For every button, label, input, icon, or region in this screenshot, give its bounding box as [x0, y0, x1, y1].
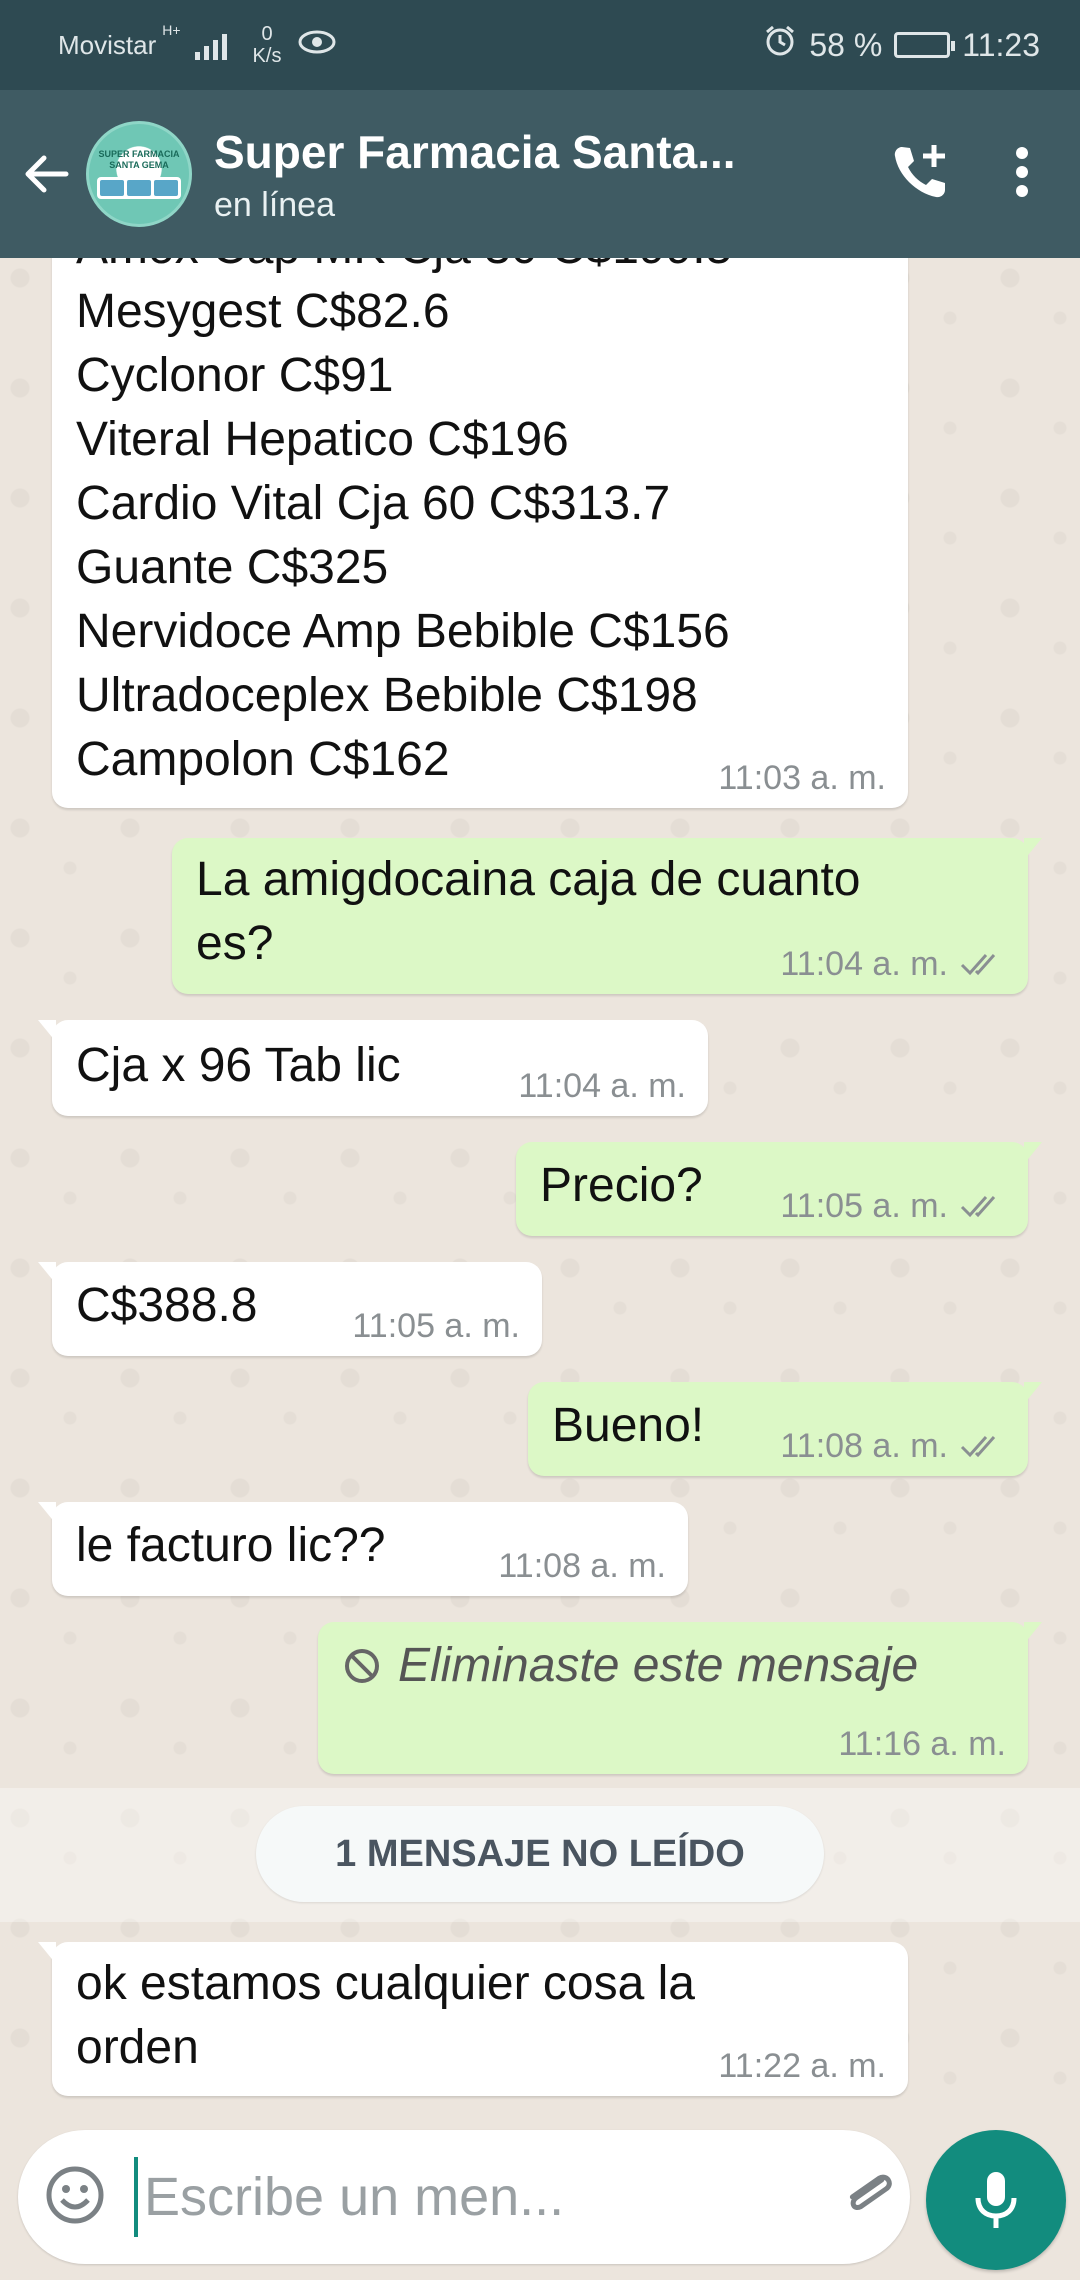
signal-icon: [194, 30, 227, 60]
contact-name: Super Farmacia Santa...: [214, 125, 736, 178]
timestamp: 11:08 a. m.: [780, 1427, 948, 1465]
message-line: Mesygest C$82.6: [76, 285, 450, 338]
emoji-button[interactable]: [44, 2164, 106, 2231]
read-ticks-icon: [960, 1436, 996, 1458]
message-outgoing[interactable]: Bueno! 11:08 a. m.: [528, 1382, 1042, 1476]
eye-icon: [297, 28, 337, 63]
deleted-message: Eliminaste este mensaje: [342, 1634, 1004, 1698]
deleted-text: Eliminaste este mensaje: [398, 1639, 919, 1692]
message-outgoing[interactable]: La amigdocaina caja de cuanto es? 11:04 …: [172, 838, 1042, 994]
message-line: La amigdocaina caja de cuanto: [196, 853, 861, 906]
message-input[interactable]: [134, 2157, 839, 2237]
voice-note-button[interactable]: [926, 2130, 1066, 2270]
avatar-text-line: SUPER FARMACIA: [98, 149, 180, 159]
unread-banner: 1 MENSAJE NO LEÍDO: [256, 1806, 824, 1902]
back-arrow-icon: [25, 155, 69, 193]
timestamp: 11:03 a. m.: [718, 759, 886, 797]
battery-percent: 58 %: [809, 26, 883, 63]
mic-icon: [975, 2172, 1017, 2228]
attach-icon: [849, 2174, 892, 2210]
message-incoming[interactable]: Amox Cap MK Cja 30 C$199.5 Mesygest C$82…: [52, 258, 908, 808]
message-line: Guante C$325: [76, 541, 389, 594]
message-incoming[interactable]: le facturo lic?? 11:08 a. m.: [38, 1502, 688, 1596]
network-type: H+: [162, 22, 181, 38]
carrier-name: Movistar: [58, 29, 157, 60]
alarm-icon: [763, 24, 797, 66]
message-composer: [18, 2130, 997, 2264]
contact-avatar[interactable]: SUPER FARMACIA SANTA GEMA: [86, 121, 192, 227]
timestamp: 11:04 a. m.: [518, 1067, 686, 1105]
back-button[interactable]: [6, 90, 86, 258]
contact-status: en línea: [214, 185, 335, 224]
timestamp: 11:16 a. m.: [838, 1725, 1006, 1763]
status-bar: Movistar H+ 0 K/s 58 % 11:23: [0, 0, 1080, 90]
message-line: Cardio Vital Cja 60 C$313.7: [76, 477, 671, 530]
speed-value: 0: [261, 23, 273, 45]
message-line: Viteral Hepatico C$196: [76, 413, 569, 466]
attach-button[interactable]: [839, 2164, 901, 2231]
contact-info[interactable]: Super Farmacia Santa... en línea: [214, 124, 736, 225]
message-time: 11:16 a. m.: [838, 1724, 1006, 1764]
chat-header: SUPER FARMACIA SANTA GEMA Super Farmacia…: [0, 90, 1080, 258]
timestamp: 11:22 a. m.: [718, 2047, 886, 2085]
timestamp: 11:05 a. m.: [352, 1307, 520, 1345]
add-call-icon: [894, 144, 945, 197]
timestamp: 11:04 a. m.: [780, 945, 948, 983]
message-time: 11:22 a. m.: [718, 2046, 886, 2086]
message-time: 11:05 a. m.: [352, 1306, 520, 1346]
message-time: 11:04 a. m.: [780, 944, 1006, 984]
add-call-button[interactable]: [888, 139, 954, 210]
read-ticks-icon: [960, 1196, 996, 1218]
message-time: 11:03 a. m.: [718, 758, 886, 798]
timestamp: 11:05 a. m.: [780, 1187, 948, 1225]
message-line: Cyclonor C$91: [76, 349, 394, 402]
message-time: 11:04 a. m.: [518, 1066, 686, 1106]
message-line: ok estamos cualquier cosa la: [76, 1957, 695, 2010]
message-line: Ultradoceplex Bebible C$198: [76, 669, 698, 722]
message-incoming[interactable]: Cja x 96 Tab lic 11:04 a. m.: [38, 1020, 708, 1116]
timestamp: 11:08 a. m.: [498, 1547, 666, 1585]
message-time: 11:08 a. m.: [498, 1546, 666, 1586]
status-right: 58 % 11:23: [763, 24, 1040, 66]
chat-area[interactable]: Amox Cap MK Cja 30 C$199.5 Mesygest C$82…: [0, 258, 1080, 2130]
more-vert-icon: [1016, 146, 1028, 197]
message-incoming[interactable]: C$388.8 11:05 a. m.: [38, 1262, 542, 1356]
message-time: 11:08 a. m.: [780, 1426, 1006, 1466]
message-line: Amox Cap MK Cja 30 C$199.5: [76, 258, 884, 280]
avatar-strip: [97, 177, 181, 199]
more-options-button[interactable]: [1014, 145, 1030, 204]
header-actions: [888, 139, 1080, 210]
message-outgoing-deleted[interactable]: Eliminaste este mensaje 11:16 a. m.: [318, 1622, 1042, 1774]
message-line: Nervidoce Amp Bebible C$156: [76, 605, 730, 658]
message-outgoing[interactable]: Precio? 11:05 a. m.: [516, 1142, 1042, 1236]
avatar-text-line: SANTA GEMA: [109, 160, 169, 170]
speed-unit: K/s: [252, 45, 282, 67]
emoji-icon: [46, 2166, 104, 2223]
message-incoming[interactable]: ok estamos cualquier cosa la orden 11:22…: [38, 1942, 908, 2096]
read-ticks-icon: [960, 954, 996, 976]
battery-icon: [894, 32, 956, 58]
message-time: 11:05 a. m.: [780, 1186, 1006, 1226]
clock: 11:23: [962, 26, 1040, 63]
deleted-icon: [345, 1649, 379, 1683]
network-speed: 0 K/s: [253, 23, 282, 67]
